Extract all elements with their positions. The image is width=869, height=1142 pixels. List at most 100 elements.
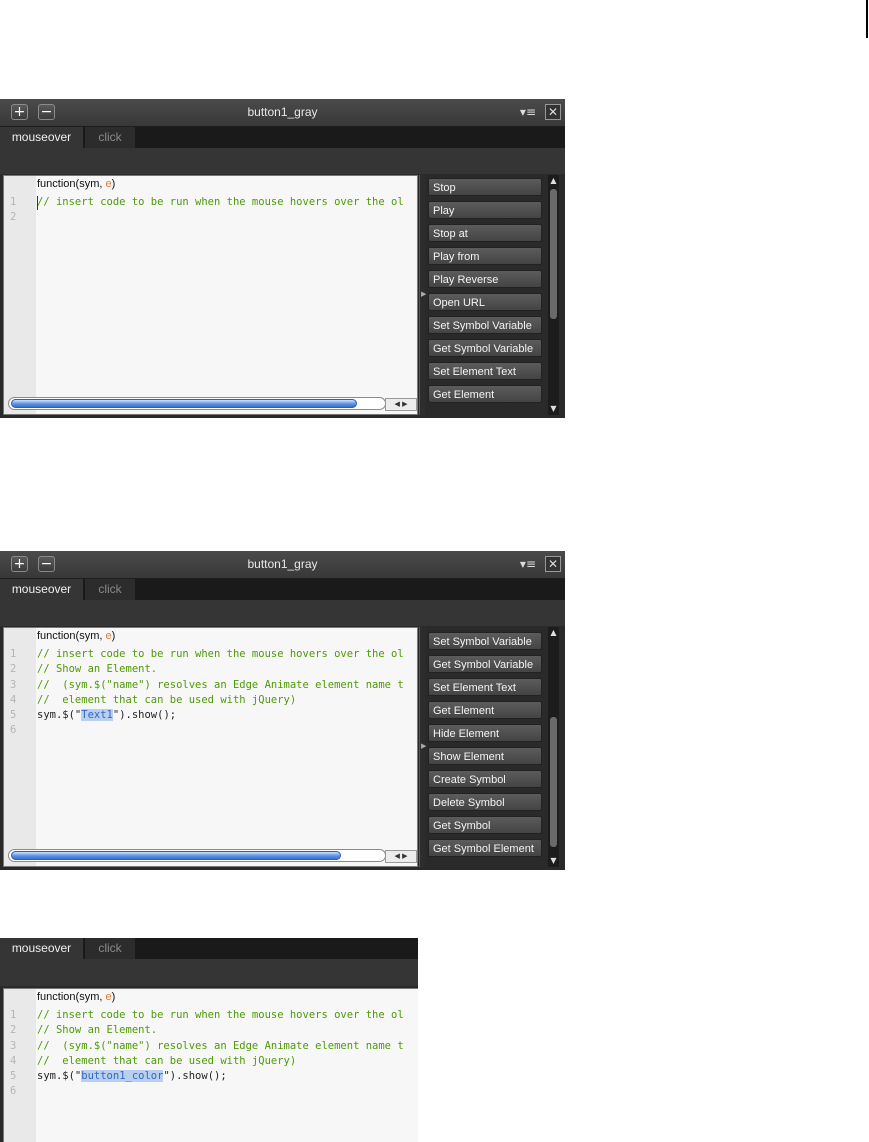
scroll-arrows[interactable]: ◀ ▶ [385,850,417,863]
snippet-button[interactable]: Get Element [428,385,542,403]
horizontal-scroll-thumb[interactable] [11,851,341,860]
snippet-button[interactable]: Get Symbol [428,816,542,834]
code-text: // (sym.$("name") resolves an Edge Anima… [37,678,404,693]
close-icon[interactable]: ✕ [545,556,561,572]
code-line: 6 [4,723,417,738]
line-number: 5 [10,1070,17,1083]
snippet-button[interactable]: Set Symbol Variable [428,632,542,650]
scroll-left-icon[interactable]: ◀ [394,400,399,408]
tab-bar: mouseover click [0,938,418,959]
code-lines: 1 // insert code to be run when the mouse… [4,1008,418,1100]
snippet-button[interactable]: Create Symbol [428,770,542,788]
code-panel-3: mouseover click function(sym, e) 1 // ins… [0,938,418,1142]
page-edge-mark [866,0,868,38]
line-number: 2 [10,663,17,676]
scroll-down-icon[interactable]: ▼ [548,855,559,867]
panel-menu-icon[interactable]: ▾≡ [520,106,536,118]
tab-mouseover[interactable]: mouseover [0,127,83,148]
scroll-down-icon[interactable]: ▼ [548,403,559,415]
tab-toolbar [0,959,418,986]
snippet-button[interactable]: Play Reverse [428,270,542,288]
snippet-button[interactable]: Play from [428,247,542,265]
panel-titlebar: + − button1_gray ▾≡ ✕ [0,551,565,579]
panel-divider[interactable]: ▶ [419,175,426,415]
code-line: 1 // insert code to be run when the mouse… [4,195,417,210]
snippets-vertical-scrollbar[interactable]: ▲ ▼ [548,627,559,867]
snippet-button[interactable]: Open URL [428,293,542,311]
tab-bar: mouseover click [0,127,565,148]
panel-title: button1_gray [247,105,318,119]
vertical-scroll-thumb[interactable] [550,189,557,319]
snippet-button[interactable]: Stop at [428,224,542,242]
snippet-button[interactable]: Set Element Text [428,362,542,380]
selected-text: button1_color [81,1070,164,1083]
scroll-right-icon[interactable]: ▶ [402,852,407,860]
code-text: sym.$("Text1").show(); [37,708,176,723]
panel-menu-icon[interactable]: ▾≡ [520,558,536,570]
tab-click[interactable]: click [85,938,135,959]
tab-click[interactable]: click [85,127,135,148]
snippet-button[interactable]: Set Symbol Variable [428,316,542,334]
scroll-up-icon[interactable]: ▲ [548,627,559,639]
code-text: // element that can be used with jQuery) [37,1054,296,1069]
vertical-scroll-thumb[interactable] [550,717,557,847]
line-number: 6 [10,1085,17,1098]
code-token: // (sym.$("name") resolves an Edge Anima… [37,1039,404,1052]
snippet-button[interactable]: Show Element [428,747,542,765]
code-text: // Show an Element. [37,1023,157,1038]
tab-mouseover[interactable]: mouseover [0,579,83,600]
code-editor[interactable]: function(sym, e) 1 // insert code to be r… [3,175,418,415]
line-number: 2 [10,1024,17,1037]
collapse-arrow-icon[interactable]: ▶ [421,290,426,298]
code-line: 4 // element that can be used with jQuery… [4,1054,418,1069]
function-header: function(sym, e) [37,630,116,642]
function-header: function(sym, e) [37,991,116,1003]
snippet-button[interactable]: Get Element [428,701,542,719]
panel-divider[interactable]: ▶ [419,627,426,867]
panel-title: button1_gray [247,557,318,571]
code-token: ").show(); [163,1070,227,1083]
horizontal-scrollbar[interactable] [8,849,386,862]
scroll-left-icon[interactable]: ◀ [394,852,399,860]
code-editor[interactable]: function(sym, e) 1 // insert code to be r… [3,627,418,867]
code-text: // insert code to be run when the mouse … [37,647,404,662]
code-editor[interactable]: function(sym, e) 1 // insert code to be r… [3,988,418,1142]
snippet-button[interactable]: Hide Element [428,724,542,742]
snippet-button[interactable]: Get Symbol Variable [428,655,542,673]
line-number: 3 [10,1039,17,1052]
line-number: 1 [10,196,17,208]
close-icon[interactable]: ✕ [545,104,561,120]
code-panel-2: + − button1_gray ▾≡ ✕ mouseover click fu… [0,551,565,870]
snippet-button[interactable]: Set Element Text [428,678,542,696]
code-lines: 1 // insert code to be run when the mouse… [4,195,417,226]
line-number: 1 [10,648,17,660]
scroll-up-icon[interactable]: ▲ [548,175,559,187]
snippet-button[interactable]: Delete Symbol [428,793,542,811]
snippet-button[interactable]: Get Symbol Variable [428,339,542,357]
snippet-button[interactable]: Stop [428,178,542,196]
tab-mouseover[interactable]: mouseover [0,938,83,959]
code-token: // element that can be used with jQuery) [37,1054,297,1067]
code-panel-1: + − button1_gray ▾≡ ✕ mouseover click fu… [0,99,565,418]
snippet-button[interactable]: Play [428,201,542,219]
code-line: 3 // (sym.$("name") resolves an Edge Anim… [4,1039,418,1054]
panel-titlebar: + − button1_gray ▾≡ ✕ [0,99,565,127]
snippets-vertical-scrollbar[interactable]: ▲ ▼ [548,175,559,415]
code-text: // Show an Element. [37,662,157,677]
line-number: 1 [10,1009,17,1021]
horizontal-scrollbar[interactable] [8,397,386,410]
collapse-arrow-icon[interactable]: ▶ [421,742,426,750]
scroll-arrows[interactable]: ◀ ▶ [385,398,417,411]
code-line: 5 sym.$("Text1").show(); [4,708,417,723]
code-line: 2 [4,210,417,225]
code-line: 6 [4,1084,418,1099]
code-token: // insert code to be run when the mouse … [37,648,404,660]
tab-toolbar [0,600,565,626]
scroll-right-icon[interactable]: ▶ [402,400,407,408]
horizontal-scroll-thumb[interactable] [11,399,357,408]
code-token: // Show an Element. [37,1024,158,1037]
snippet-button[interactable]: Get Symbol Element [428,839,542,857]
tab-click[interactable]: click [85,579,135,600]
code-token: // Show an Element. [37,663,158,676]
code-line: 3 // (sym.$("name") resolves an Edge Anim… [4,678,417,693]
